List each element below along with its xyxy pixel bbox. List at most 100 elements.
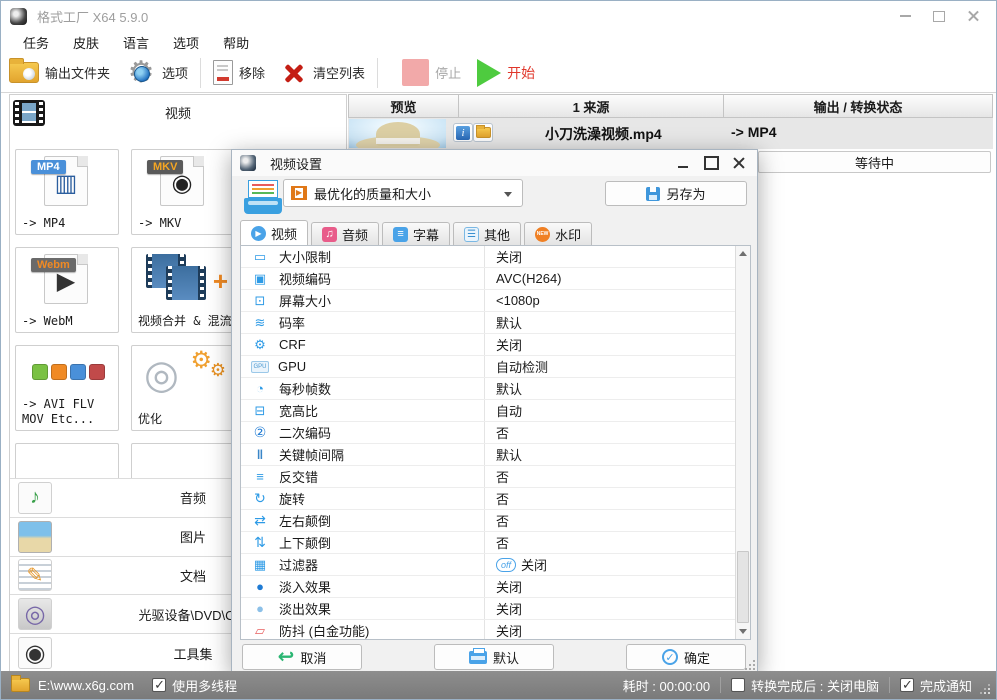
- setting-row-9[interactable]: ‖ 关键帧间隔 默认: [241, 444, 750, 466]
- setting-row-8[interactable]: ② 二次编码 否: [241, 422, 750, 444]
- preset-tray-icon: [244, 180, 282, 214]
- scroll-down-icon[interactable]: [736, 624, 750, 639]
- window-title: 格式工厂 X64 5.9.0: [37, 9, 149, 25]
- aspect-ratio-icon: ⊟: [254, 402, 266, 418]
- dialog-resize-grip[interactable]: [745, 660, 755, 670]
- file-page: MP4 ▥: [31, 156, 88, 206]
- tab-3[interactable]: ☰ 其他: [453, 222, 522, 245]
- setting-row-1[interactable]: ▣ 视频编码 AVC(H264): [241, 268, 750, 290]
- scroll-up-icon[interactable]: [736, 246, 750, 261]
- setting-row-0[interactable]: ▭ 大小限制 关闭: [241, 246, 750, 268]
- setting-row-11[interactable]: ↻ 旋转 否: [241, 488, 750, 510]
- maximize-icon[interactable]: [922, 1, 956, 31]
- ok-button[interactable]: ✓ 确定: [626, 644, 746, 670]
- start-button[interactable]: 开始: [469, 55, 543, 91]
- film-strip-icon: [166, 266, 206, 300]
- setting-row-17[interactable]: ▱ 防抖 (白金功能) 关闭: [241, 620, 750, 640]
- minimize-icon[interactable]: [888, 1, 922, 31]
- setting-value-text: 默认: [496, 382, 523, 397]
- save-icon: [646, 186, 661, 201]
- save-as-button[interactable]: 另存为: [605, 181, 747, 206]
- toolbar-divider: [200, 57, 202, 88]
- tab-0[interactable]: ▶ 视频: [240, 220, 309, 245]
- setting-row-12[interactable]: ⇄ 左右颠倒 否: [241, 510, 750, 532]
- sidebar-card-3[interactable]: + 视频合并 & 混流: [131, 247, 235, 333]
- scrollbar-thumb[interactable]: [737, 551, 749, 623]
- setting-label: 过滤器: [279, 558, 319, 573]
- setting-row-6[interactable]: ◔ 每秒帧数 默认: [241, 378, 750, 400]
- remove-icon: [213, 60, 234, 85]
- default-button[interactable]: 默认: [434, 644, 554, 670]
- card-label: -> MKV: [138, 216, 182, 230]
- column-preview[interactable]: 预览: [348, 94, 459, 118]
- setting-row-2[interactable]: ⊡ 屏幕大小 <1080p: [241, 290, 750, 312]
- sidebar-card-1[interactable]: MKV ◉ -> MKV: [131, 149, 235, 235]
- task-row[interactable]: i 小刀洗澡视频.mp4 -> MP4: [348, 118, 993, 149]
- close-icon[interactable]: [956, 1, 990, 31]
- setting-label: 宽高比: [279, 404, 319, 419]
- window-controls: [888, 1, 990, 31]
- setting-row-4[interactable]: ⚙ CRF 关闭: [241, 334, 750, 356]
- card-label: -> MP4: [22, 216, 66, 230]
- menu-item-0[interactable]: 任务: [11, 31, 61, 54]
- preset-dropdown[interactable]: ▶ 最优化的质量和大小: [283, 179, 523, 207]
- video-section-header[interactable]: 视频: [10, 95, 346, 130]
- remove-button[interactable]: 移除: [205, 55, 273, 91]
- setting-row-7[interactable]: ⊟ 宽高比 自动: [241, 400, 750, 422]
- notify-checkbox[interactable]: [899, 677, 914, 693]
- open-folder-button[interactable]: [473, 123, 493, 142]
- output-path[interactable]: E:\www.x6g.com: [38, 678, 134, 693]
- dialog-title-bar: 视频设置: [232, 150, 757, 176]
- setting-row-3[interactable]: ≋ 码率 默认: [241, 312, 750, 334]
- stop-button[interactable]: 停止: [394, 55, 469, 91]
- sidebar-card-partial[interactable]: [15, 443, 119, 483]
- dialog-close-icon[interactable]: [725, 150, 753, 176]
- settings-scrollbar[interactable]: [735, 246, 750, 639]
- tab-1[interactable]: ♫ 音频: [311, 222, 380, 245]
- task-list-header: 预览 1 来源 输出 / 转换状态: [348, 94, 993, 118]
- setting-label: 防抖 (白金功能): [279, 624, 370, 639]
- sidebar-card-2[interactable]: Webm ▶ -> WebM: [15, 247, 119, 333]
- shutdown-checkbox[interactable]: [731, 678, 746, 692]
- multithread-label: 使用多线程: [172, 678, 238, 694]
- setting-row-10[interactable]: ≡ 反交错 否: [241, 466, 750, 488]
- media-info-button[interactable]: i: [453, 123, 473, 142]
- status-bar: E:\www.x6g.com 使用多线程 耗时 : 00:00:00 转换完成后…: [1, 671, 996, 699]
- tab-label: 其他: [484, 227, 511, 243]
- statusbar-resize-grip[interactable]: [978, 682, 992, 696]
- cancel-button[interactable]: ↩ 取消: [242, 644, 362, 670]
- multithread-checkbox[interactable]: [152, 677, 167, 693]
- setting-row-5[interactable]: GPU GPU 自动检测: [241, 356, 750, 378]
- card-label: 优化: [138, 412, 163, 426]
- menu-item-3[interactable]: 选项: [161, 31, 211, 54]
- tab-2[interactable]: ≡ 字幕: [382, 222, 451, 245]
- column-source[interactable]: 1 来源: [459, 94, 724, 118]
- gear-icon: ⚙: [209, 360, 226, 380]
- menu-item-4[interactable]: 帮助: [211, 31, 261, 54]
- menu-item-2[interactable]: 语言: [111, 31, 161, 54]
- sidebar-card-partial[interactable]: [131, 443, 235, 483]
- toolbar-divider: [377, 57, 379, 88]
- clear-list-button[interactable]: 清空列表: [273, 55, 373, 91]
- setting-row-14[interactable]: ▦ 过滤器 off 关闭: [241, 554, 750, 576]
- setting-value: AVC(H264): [496, 271, 562, 286]
- output-folder-button[interactable]: 输出文件夹: [1, 55, 118, 91]
- setting-value-text: 否: [496, 492, 510, 507]
- setting-row-16[interactable]: ● 淡出效果 关闭: [241, 598, 750, 620]
- preview-thumbnail: [349, 119, 446, 148]
- setting-value-text: 否: [496, 426, 510, 441]
- gear-icon: ⚙: [190, 347, 212, 374]
- setting-value: 关闭: [496, 577, 522, 596]
- setting-row-13[interactable]: ⇅ 上下颠倒 否: [241, 532, 750, 554]
- gear-icon: ⚙: [127, 55, 155, 89]
- menu-item-1[interactable]: 皮肤: [61, 31, 111, 54]
- sidebar-card-0[interactable]: MP4 ▥ -> MP4: [15, 149, 119, 235]
- dialog-maximize-icon[interactable]: [697, 150, 725, 176]
- sidebar-card-5[interactable]: ◎ ⚙ ⚙ 优化: [131, 345, 235, 431]
- options-button[interactable]: ⚙ 选项: [118, 55, 196, 91]
- dialog-minimize-icon[interactable]: [669, 150, 697, 176]
- tab-4[interactable]: NEW 水印: [524, 222, 593, 245]
- setting-row-15[interactable]: ● 淡入效果 关闭: [241, 576, 750, 598]
- column-output-status[interactable]: 输出 / 转换状态: [724, 94, 993, 118]
- sidebar-card-4[interactable]: -> AVI FLV MOV Etc...: [15, 345, 119, 431]
